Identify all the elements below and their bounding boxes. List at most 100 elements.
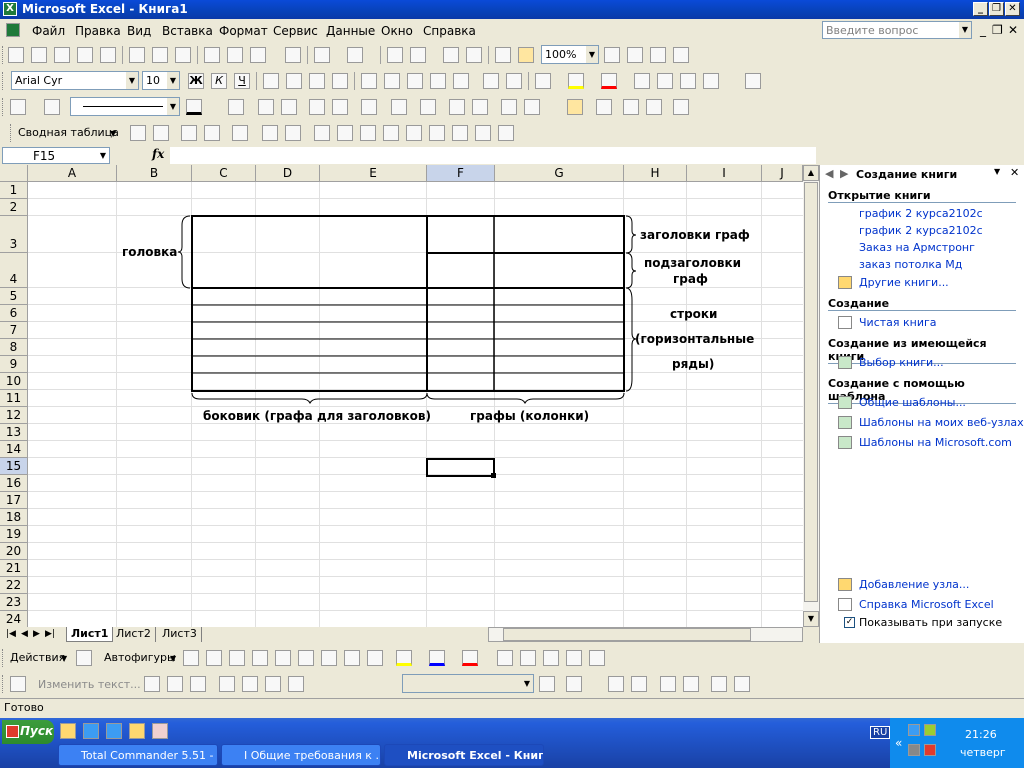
scroll-up-icon[interactable]: ▲ [803, 165, 819, 181]
currency-icon[interactable] [361, 73, 377, 89]
allow-edit-icon[interactable] [623, 99, 639, 115]
pen-icon[interactable] [10, 99, 26, 115]
zoom-select[interactable]: 100% ▼ [541, 45, 599, 64]
remove-dependents-icon[interactable] [332, 99, 348, 115]
tray-icon[interactable] [924, 744, 936, 756]
insert-wordart-icon[interactable] [10, 676, 26, 692]
data-table-icon[interactable] [631, 676, 647, 692]
diagram-icon[interactable] [321, 650, 337, 666]
autoshapes-menu[interactable]: Автофигуры [104, 651, 176, 664]
page-icon[interactable] [745, 73, 761, 89]
scroll-thumb[interactable] [804, 182, 818, 602]
tab-sheet1[interactable]: Лист1 [66, 627, 114, 642]
chevron-down-icon[interactable]: ▼ [586, 46, 598, 63]
share-icon[interactable] [646, 99, 662, 115]
underline-icon[interactable]: Ч [234, 73, 250, 89]
forward-icon[interactable]: ▶ [840, 167, 848, 180]
new-comment-icon[interactable] [420, 99, 436, 115]
check-icon[interactable] [228, 99, 244, 115]
cut-icon[interactable] [204, 47, 220, 63]
formula-input[interactable] [170, 147, 816, 164]
ie-icon[interactable] [83, 723, 99, 739]
line-style-select[interactable]: ▼ [70, 97, 180, 116]
grow-font-icon[interactable] [657, 73, 673, 89]
pivot-chart-icon[interactable] [153, 125, 169, 141]
hscroll-thumb[interactable] [503, 628, 751, 641]
arrow-style-icon[interactable] [543, 650, 559, 666]
autosum-icon[interactable] [410, 47, 426, 63]
remove-precedents-icon[interactable] [281, 99, 297, 115]
excel-app-icon[interactable]: X [3, 2, 17, 16]
line-color-icon[interactable] [186, 99, 202, 115]
quicklaunch-icon[interactable] [60, 723, 76, 739]
excel-help-link[interactable]: Справка Microsoft Excel [859, 598, 994, 611]
style-select[interactable]: ▼ [402, 674, 534, 693]
blank-book-link[interactable]: Чистая книга [859, 316, 937, 329]
spacing-icon[interactable] [288, 676, 304, 692]
email-icon[interactable] [100, 47, 116, 63]
align-center-icon[interactable] [286, 73, 302, 89]
doc-minimize-button[interactable]: _ [980, 23, 986, 37]
oval-icon[interactable] [252, 650, 268, 666]
chevron-down-icon[interactable]: ▼ [521, 675, 533, 692]
new-comment-icon[interactable] [627, 47, 643, 63]
trace-precedents-icon[interactable] [258, 99, 274, 115]
circle-invalid-icon[interactable] [449, 99, 465, 115]
select-objects-icon[interactable] [76, 650, 92, 666]
percent-icon[interactable] [384, 73, 400, 89]
spelling-icon[interactable] [175, 47, 191, 63]
remove-arrows-icon[interactable] [361, 99, 377, 115]
increase-decimal-icon[interactable] [430, 73, 446, 89]
sort-asc-icon[interactable] [443, 47, 459, 63]
outlook-icon[interactable] [129, 723, 145, 739]
wordart-icon[interactable] [298, 650, 314, 666]
settings-icon[interactable] [498, 125, 514, 141]
clock-time[interactable]: 21:26 [965, 728, 997, 741]
refresh-icon[interactable] [262, 125, 278, 141]
arrow-icon[interactable] [206, 650, 222, 666]
tab-sheet2[interactable]: Лист2 [112, 627, 156, 642]
tab-last-icon[interactable]: ▶| [41, 627, 59, 642]
horizontal-scrollbar[interactable] [488, 627, 803, 642]
menu-window[interactable]: Окно [381, 24, 413, 38]
menu-file[interactable]: Файл [32, 24, 65, 38]
lock-icon[interactable] [567, 99, 583, 115]
alignment-icon[interactable] [265, 676, 281, 692]
worksheet-grid[interactable]: A B C D E F G H I J 1 2 3 4 5 6 7 8 9 10… [0, 165, 803, 627]
protect-sheet-icon[interactable] [596, 99, 612, 115]
minimize-button[interactable]: _ [973, 2, 988, 16]
menu-insert[interactable]: Вставка [162, 24, 213, 38]
sort-desc-icon[interactable] [466, 47, 482, 63]
doc-close-button[interactable]: ✕ [1008, 23, 1018, 37]
tray-icon[interactable] [924, 724, 936, 736]
field-list-icon[interactable] [314, 125, 330, 141]
vertical-scrollbar[interactable]: ▲ ▼ [803, 165, 819, 627]
merge-center-icon[interactable] [332, 73, 348, 89]
chevron-down-icon[interactable]: ▼ [167, 98, 179, 115]
chevron-down-icon[interactable]: ▼ [61, 654, 67, 663]
paste-icon[interactable] [250, 47, 266, 63]
protect-workbook-icon[interactable] [673, 99, 689, 115]
expand-tray-icon[interactable]: « [895, 736, 902, 750]
style-icon[interactable] [539, 676, 555, 692]
table-icon[interactable] [452, 125, 468, 141]
show-detail-icon[interactable] [204, 125, 220, 141]
general-templates-link[interactable]: Общие шаблоны... [859, 396, 966, 409]
undo-icon[interactable] [314, 47, 330, 63]
field-settings-icon[interactable] [232, 125, 248, 141]
recent-file[interactable]: Заказ на Армстронг [859, 241, 975, 254]
taskbar-total-commander[interactable]: Total Commander 5.51 - ... [58, 744, 218, 766]
angle-text-icon[interactable] [711, 676, 727, 692]
by-column-icon[interactable] [683, 676, 699, 692]
maximize-button[interactable]: ❐ [989, 2, 1004, 16]
hyperlink-icon[interactable] [387, 47, 403, 63]
align-right-icon[interactable] [309, 73, 325, 89]
filter-icon[interactable] [673, 47, 689, 63]
arrow-right-icon[interactable] [383, 125, 399, 141]
chart-type-icon[interactable] [566, 676, 582, 692]
decrease-decimal-icon[interactable] [453, 73, 469, 89]
borders-icon[interactable] [535, 73, 551, 89]
menu-format[interactable]: Формат [219, 24, 268, 38]
align-left-icon[interactable] [263, 73, 279, 89]
language-indicator[interactable]: RU [870, 726, 891, 739]
